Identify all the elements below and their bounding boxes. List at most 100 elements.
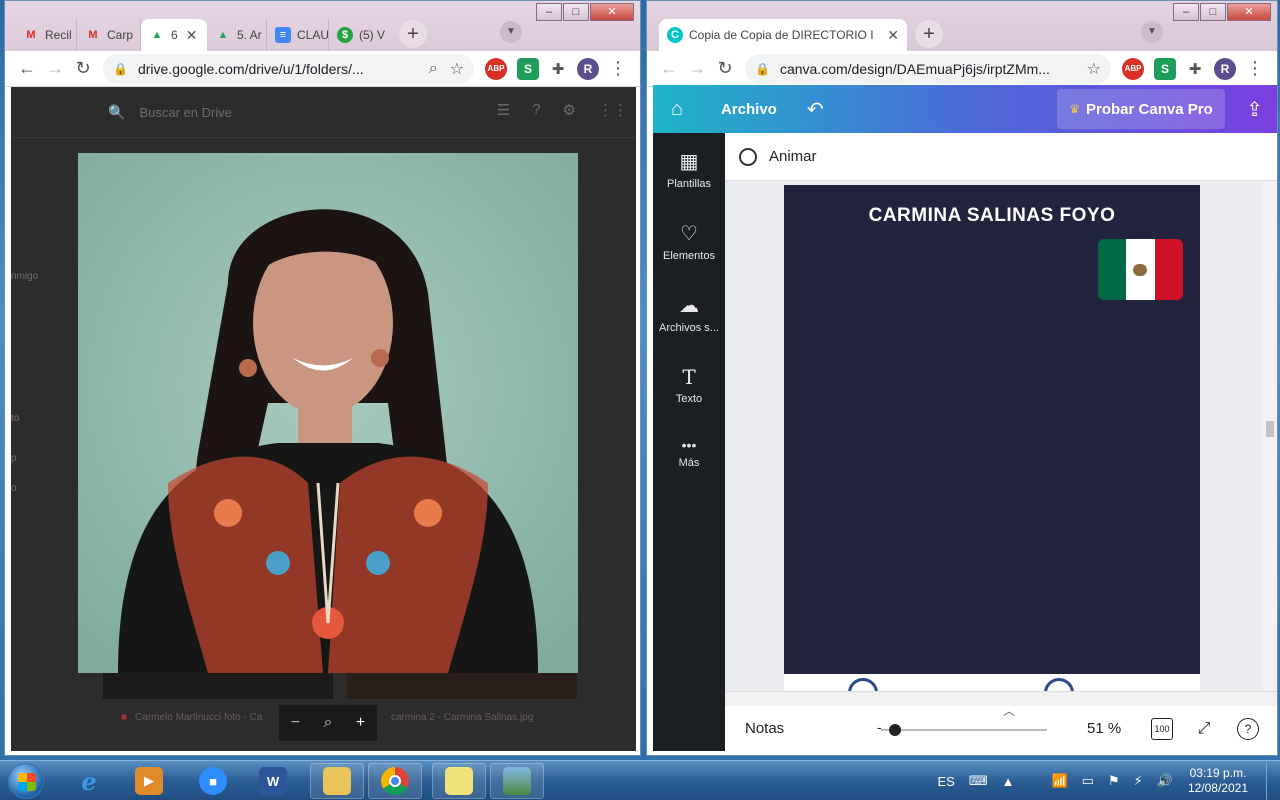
zoom-magnifier-icon[interactable]: ⌕ xyxy=(324,714,333,732)
home-icon[interactable]: ⌂ xyxy=(653,98,701,121)
close-window-button[interactable]: ✕ xyxy=(590,3,634,21)
power-icon[interactable]: ⚡ xyxy=(1134,773,1143,789)
sidebar-item-elements[interactable]: ♡ Elementos xyxy=(653,221,725,262)
language-indicator[interactable]: ES xyxy=(937,774,954,789)
clock[interactable]: 03:19 p.m. 12/08/2021 xyxy=(1188,766,1248,796)
zoom-icon[interactable]: ⌕ xyxy=(429,60,438,78)
menu-kebab-icon[interactable]: ⋮ xyxy=(1241,55,1269,83)
tab-whatsapp[interactable]: $ (5) V xyxy=(329,19,391,51)
address-bar[interactable]: 🔒 drive.google.com/drive/u/1/folders/...… xyxy=(103,53,474,84)
help-icon[interactable]: ? xyxy=(532,101,540,119)
page-title[interactable]: CARMINA SALINAS FOYO xyxy=(784,205,1200,227)
close-window-button[interactable]: ✕ xyxy=(1227,3,1271,21)
zoom-in-icon[interactable]: + xyxy=(356,714,365,732)
taskbar-explorer[interactable] xyxy=(310,763,364,799)
sidebar-item-uploads[interactable]: ☁ Archivos s... xyxy=(653,293,725,334)
sidebar-item-text[interactable]: T Texto xyxy=(653,365,725,405)
bookmark-star-icon[interactable]: ☆ xyxy=(1087,59,1101,79)
extension-s-icon[interactable]: S xyxy=(1154,57,1176,80)
taskbar-media-player[interactable]: ▶ xyxy=(122,763,176,799)
action-center-flag-icon[interactable]: ⚑ xyxy=(1108,773,1120,789)
tab-search-icon[interactable]: ▼ xyxy=(500,21,522,43)
sidebar-item-more[interactable]: ••• Más xyxy=(653,437,725,469)
volume-icon[interactable]: 🔊 xyxy=(1157,773,1173,789)
tab-gmail-2[interactable]: M Carp xyxy=(77,19,141,51)
mexico-flag-image[interactable] xyxy=(1098,239,1183,300)
slider-knob[interactable] xyxy=(889,724,901,736)
apps-grid-icon[interactable]: ⋮⋮ xyxy=(598,101,628,119)
minimize-button[interactable]: – xyxy=(536,3,562,21)
design-page[interactable]: CARMINA SALINAS FOYO xyxy=(784,185,1200,691)
filter-icon[interactable]: ☰ xyxy=(497,101,510,119)
drive-search-bar[interactable]: 🔍 Buscar en Drive xyxy=(96,97,521,127)
taskbar-zoom[interactable]: ■ xyxy=(186,763,240,799)
file-thumbnail[interactable] xyxy=(347,673,577,699)
extension-s-icon[interactable]: S xyxy=(517,57,539,80)
back-icon[interactable]: ← xyxy=(655,55,683,83)
zoom-slider[interactable]: - xyxy=(877,719,1047,736)
back-icon[interactable]: ← xyxy=(13,55,41,83)
minimize-button[interactable]: – xyxy=(1173,3,1199,21)
adblock-icon[interactable]: ABP xyxy=(1122,57,1144,80)
sidebar-item-templates[interactable]: ▦ Plantillas xyxy=(653,149,725,190)
reload-icon[interactable]: ↻ xyxy=(69,55,97,83)
image-preview xyxy=(78,153,578,673)
close-tab-icon[interactable]: ✕ xyxy=(887,27,899,44)
zoom-value[interactable]: 51 % xyxy=(1087,720,1121,737)
settings-gear-icon[interactable]: ⚙ xyxy=(563,101,576,119)
taskbar-photo-viewer[interactable] xyxy=(490,763,544,799)
tab-canva-active[interactable]: C Copia de Copia de DIRECTORIO I ✕ xyxy=(659,19,907,51)
divider xyxy=(11,137,636,138)
profile-avatar[interactable]: R xyxy=(577,57,599,80)
animate-button[interactable]: Animar xyxy=(769,148,817,165)
taskbar-chrome[interactable] xyxy=(368,763,422,799)
new-tab-button[interactable]: + xyxy=(399,20,427,48)
forward-icon[interactable]: → xyxy=(41,55,69,83)
chevron-up-icon[interactable]: ︿ xyxy=(1003,702,1015,719)
preview-zoom-controls: − ⌕ + xyxy=(279,705,377,741)
file-thumbnail[interactable] xyxy=(103,673,333,699)
reload-icon[interactable]: ↻ xyxy=(711,55,739,83)
monitor-icon[interactable]: ▭ xyxy=(1082,773,1094,789)
horizontal-scrollbar[interactable] xyxy=(725,692,1277,706)
taskbar-word[interactable]: W xyxy=(246,763,300,799)
close-tab-icon[interactable]: ✕ xyxy=(186,27,198,44)
drive-icon: ▲ xyxy=(217,29,229,41)
maximize-button[interactable]: □ xyxy=(1200,3,1226,21)
tab-drive-2[interactable]: ▲ 5. Ar xyxy=(207,19,267,51)
canva-workspace: Animar CARMINA SALINAS FOYO xyxy=(725,133,1277,691)
share-upload-icon[interactable]: ⇪ xyxy=(1246,97,1263,122)
fullscreen-icon[interactable]: ⤢ xyxy=(1193,718,1215,740)
tab-search-icon[interactable]: ▼ xyxy=(1141,21,1163,43)
notes-button[interactable]: Notas xyxy=(745,720,784,737)
adblock-icon[interactable]: ABP xyxy=(485,57,507,80)
network-icon[interactable]: 📶 xyxy=(1051,773,1067,789)
extensions-puzzle-icon[interactable]: ✚ xyxy=(1181,55,1209,83)
show-hidden-icons[interactable]: ▲ xyxy=(1002,774,1015,789)
taskbar-sticky-notes[interactable] xyxy=(432,763,486,799)
help-icon[interactable]: ? xyxy=(1237,718,1259,740)
address-bar[interactable]: 🔒 canva.com/design/DAEmuaPj6js/irptZMm..… xyxy=(745,53,1111,84)
zoom-out-icon[interactable]: − xyxy=(291,714,300,732)
maximize-button[interactable]: □ xyxy=(563,3,589,21)
bookmark-star-icon[interactable]: ☆ xyxy=(450,59,464,79)
page-count-icon[interactable]: 100 xyxy=(1151,718,1173,740)
profile-avatar[interactable]: R xyxy=(1214,57,1236,80)
menu-kebab-icon[interactable]: ⋮ xyxy=(604,55,632,83)
start-button[interactable] xyxy=(8,763,44,799)
vertical-scrollbar[interactable] xyxy=(1263,181,1277,691)
forward-icon[interactable]: → xyxy=(683,55,711,83)
scroll-thumb[interactable] xyxy=(1266,421,1274,437)
tab-docs[interactable]: ≡ CLAU xyxy=(267,19,329,51)
tab-gmail-1[interactable]: M Recil xyxy=(15,19,77,51)
new-tab-button[interactable]: + xyxy=(915,20,943,48)
extensions-puzzle-icon[interactable]: ✚ xyxy=(544,55,572,83)
taskbar-internet-explorer[interactable]: e xyxy=(62,763,116,799)
try-canva-pro-button[interactable]: ♛ Probar Canva Pro xyxy=(1057,89,1225,129)
show-desktop-button[interactable] xyxy=(1266,761,1280,800)
file-menu[interactable]: Archivo xyxy=(721,101,777,118)
tab-drive-active[interactable]: ▲ 6 ✕ xyxy=(141,19,207,51)
docs-icon: ≡ xyxy=(275,27,291,43)
undo-icon[interactable]: ↶ xyxy=(807,97,824,122)
keyboard-icon[interactable]: ⌨ xyxy=(969,773,988,789)
